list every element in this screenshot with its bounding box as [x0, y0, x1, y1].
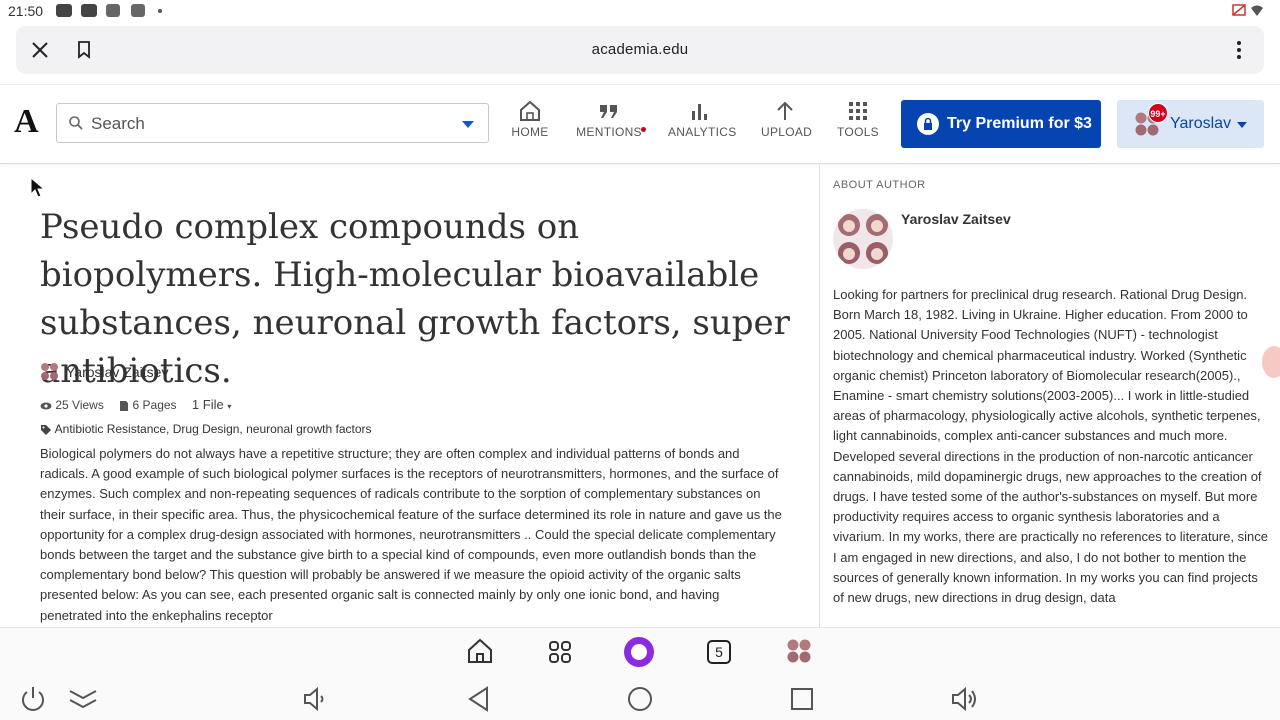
lock-icon	[917, 113, 939, 135]
nav-analytics[interactable]: ANALYTICS	[668, 101, 736, 139]
site-header: A Search HOME MENTIONS ANALYTICS UPLOAD …	[0, 84, 1280, 164]
youtube-notification-icon	[81, 4, 97, 17]
user-name: Yaroslav	[1170, 115, 1232, 132]
search-input[interactable]: Search	[56, 103, 489, 143]
nav-home-label: HOME	[511, 125, 549, 139]
assistant-icon[interactable]	[623, 636, 655, 668]
address-bar[interactable]: academia.edu	[16, 41, 1264, 58]
about-author-name[interactable]: Yaroslav Zaitsev	[901, 211, 1011, 227]
recents-icon[interactable]	[790, 687, 814, 711]
more-vert-icon[interactable]	[1236, 40, 1242, 60]
nav-upload-label: UPLOAD	[761, 125, 813, 139]
nav-tools[interactable]: TOOLS	[836, 101, 880, 139]
mentions-alert-dot	[641, 127, 646, 132]
youtube-notification-icon	[56, 4, 72, 17]
mouse-cursor-icon	[30, 177, 46, 198]
volume-down-icon[interactable]	[302, 686, 328, 712]
author-photo[interactable]	[833, 209, 893, 269]
volume-up-icon[interactable]	[950, 686, 980, 712]
quote-icon	[600, 105, 617, 118]
paper-tags: Antibiotic Resistance, Drug Design, neur…	[40, 422, 372, 436]
system-navigation: 5	[0, 627, 1280, 720]
status-time: 21:50	[8, 3, 44, 19]
nav-home[interactable]: HOME	[510, 101, 550, 139]
tabs-count: 5	[715, 644, 723, 660]
nav-analytics-label: ANALYTICS	[668, 125, 737, 139]
nav-upload[interactable]: UPLOAD	[761, 101, 813, 139]
upload-icon	[777, 101, 793, 120]
nav-tools-label: TOOLS	[837, 125, 879, 139]
tags-text[interactable]: Antibiotic Resistance, Drug Design, neur…	[55, 422, 372, 436]
more-notifications-icon	[158, 9, 162, 13]
profile-avatar[interactable]	[786, 638, 812, 664]
status-bar: 21:50	[0, 0, 1280, 22]
paper-author-name[interactable]: Yaroslav Zaitsev	[66, 364, 168, 380]
nav-mentions[interactable]: MENTIONS	[576, 101, 646, 139]
academia-logo[interactable]: A	[14, 103, 39, 141]
author-avatar	[41, 363, 58, 380]
try-premium-label: Try Premium for $3	[947, 115, 1092, 132]
tag-icon	[41, 424, 51, 435]
author-photo-image	[838, 214, 888, 264]
files-dropdown[interactable]: 1 File ▾	[192, 397, 231, 412]
about-author-heading: ABOUT AUTHOR	[833, 179, 926, 191]
back-icon[interactable]	[467, 686, 491, 712]
search-placeholder: Search	[91, 114, 145, 133]
paper-abstract: Biological polymers do not always have a…	[40, 446, 782, 623]
page-icon	[120, 400, 129, 411]
grid-icon	[849, 102, 867, 120]
about-author-bio: Looking for partners for preclinical dru…	[833, 287, 1268, 606]
power-icon[interactable]	[19, 685, 47, 713]
chevron-down-icon	[1237, 122, 1247, 128]
cast-icon	[1232, 4, 1246, 16]
eye-icon	[40, 402, 52, 410]
about-author-panel: ABOUT AUTHOR Yaroslav Zaitsev Looking fo…	[819, 165, 1280, 627]
app-notification-icon	[106, 4, 120, 17]
home-circle-icon[interactable]	[627, 686, 653, 712]
paper-main: Pseudo complex compounds on biopolymers.…	[0, 165, 818, 627]
try-premium-button[interactable]: Try Premium for $3	[901, 100, 1101, 148]
chevron-down-icon[interactable]	[462, 121, 474, 128]
home-icon	[520, 101, 540, 121]
tabs-counter[interactable]: 5	[707, 640, 731, 664]
views-count: 25 Views	[55, 398, 104, 412]
apps-grid-icon[interactable]	[548, 640, 572, 664]
search-icon	[69, 116, 83, 130]
browser-toolbar: academia.edu	[16, 26, 1264, 74]
nav-mentions-label: MENTIONS	[576, 125, 642, 139]
notification-badge: 99+	[1148, 103, 1168, 123]
floating-edge-button[interactable]	[1262, 346, 1280, 378]
caret-down-icon: ▾	[227, 402, 232, 411]
files-count: 1 File	[191, 397, 224, 412]
user-menu-button[interactable]: 99+ Yaroslav	[1117, 100, 1264, 148]
paper-meta: 25 Views 6 Pages 1 File ▾	[40, 397, 231, 412]
app-notification-icon	[131, 4, 145, 17]
collapse-icon[interactable]	[68, 688, 98, 710]
wifi-icon	[1251, 5, 1263, 16]
bar-chart-icon	[692, 104, 707, 120]
pages-count: 6 Pages	[132, 398, 177, 412]
home-icon[interactable]	[467, 638, 493, 664]
